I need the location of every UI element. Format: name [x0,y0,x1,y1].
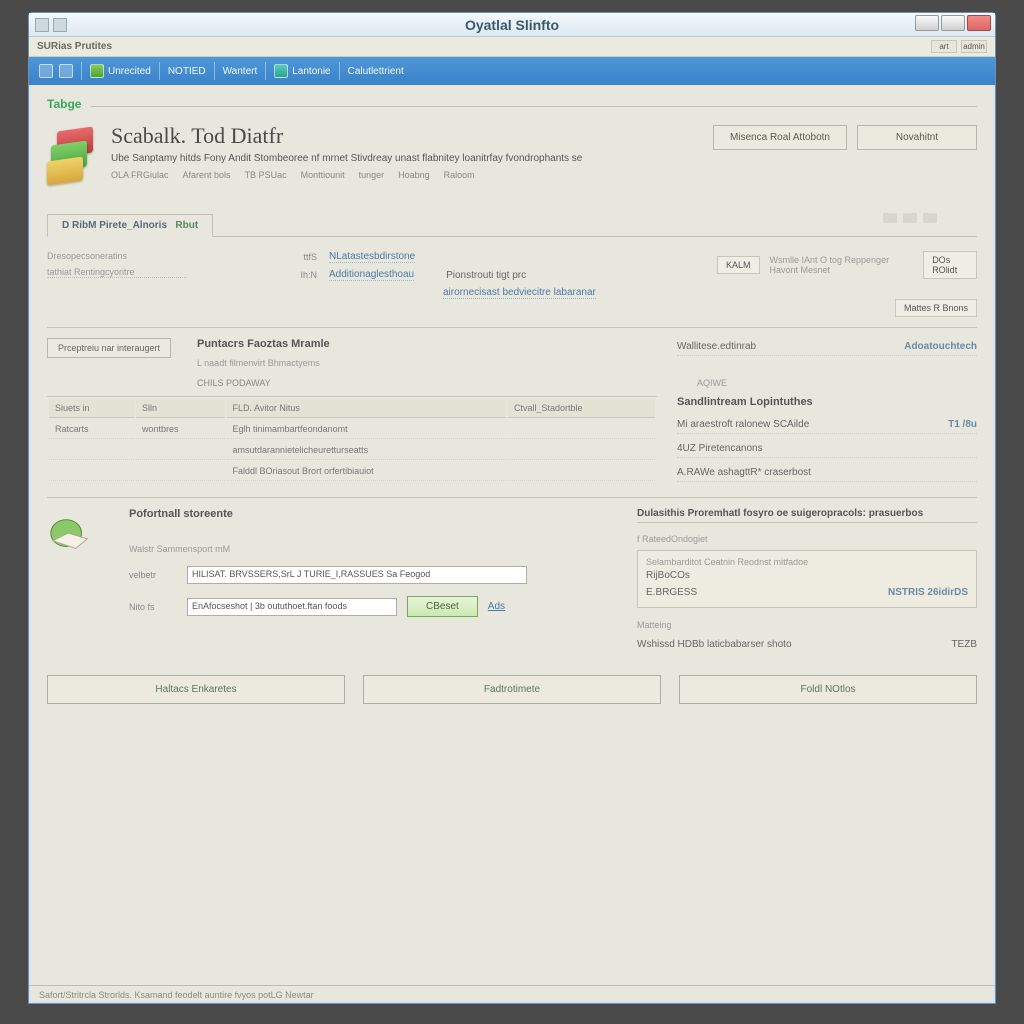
app-window: Oyatlal Slinfto SURias Prutites art admi… [28,12,996,1004]
input-b[interactable]: EnAfocseshot | 3b oututhoet.ftan foods [187,598,397,616]
ads-link[interactable]: Ads [488,601,505,612]
page-title: Scabalk. Tod Diatfr [111,123,582,149]
footer-btn-2[interactable]: Fadtrotimete [363,675,661,704]
close-button[interactable] [967,15,991,31]
note-1: Dresopecsoneratins [47,251,207,261]
toolbar-item-2[interactable]: NOTIED [168,66,206,77]
summary-title: Sandlintream Lopintuthes [677,396,977,408]
app-menu-bar: SURias Prutites art admin [29,37,995,57]
titlebar: Oyatlal Slinfto [29,13,995,37]
footer-actions: Haltacs Enkaretes Fadtrotimete Foldl NOt… [47,675,977,704]
minimize-button[interactable] [915,15,939,31]
toolbar: Unrecited NOTIED Wantert Lantonie Calutl… [29,57,995,85]
app-tag-1[interactable]: art [931,40,957,53]
field-1-value[interactable]: NLatastesbdirstone [329,251,415,263]
books-icon [47,129,99,181]
field-2-link[interactable]: airornecisast bedviecitre labaranar [443,287,596,299]
database-icon [274,64,288,78]
note-2: tathiat Rentingcyoritre [47,267,187,278]
maximize-button[interactable] [941,15,965,31]
section2-title: Puntacrs Faoztas Mramle [197,338,657,350]
table-row[interactable]: Falddl BOriasout Brort orfertibiauiot [49,462,655,481]
window-title: Oyatlal Slinfto [465,17,559,33]
badge-1: KALM [717,256,760,274]
content-area: Tabge Scabalk. Tod Diatfr Ube Sanptamy h… [29,85,995,985]
app-tag-2[interactable]: admin [961,40,987,53]
toolbar-item-1[interactable]: Unrecited [90,64,151,78]
app-name: SURias Prutites [37,41,112,52]
window-controls [915,15,991,31]
nav-back-icon[interactable] [39,64,53,78]
decorative-squares [883,213,937,223]
envelope-icon [47,512,93,558]
submit-button[interactable]: CBeset [407,596,478,617]
footer-btn-3[interactable]: Foldl NOtlos [679,675,977,704]
status-bar: Safort/Stritrcla Strorlds. Ksamand feode… [29,985,995,1003]
secondary-action-button[interactable]: Novahitnt [857,125,977,150]
content-tabs: D RibM Pirete_Alnoris Rbut [47,213,977,237]
primary-action-button[interactable]: Misenca Roal Attobotn [713,125,847,150]
right-panel-title: Dulasithis Proremhatl fosyro oe suigerop… [637,508,977,523]
titlebar-left-icons [35,18,67,32]
toolbar-item-4[interactable]: Lantonie [274,64,330,78]
brand-logo: Tabge [47,97,81,111]
framed-box: Selambarditot Ceatnin Reodnst mitfadoe R… [637,550,977,608]
refresh-icon[interactable] [59,64,73,78]
toolbar-item-5[interactable]: Calutlettrient [348,66,404,77]
data-table: Siuets inSllnFLD. Avitor NitusCtvall_Sta… [47,396,657,483]
book-icon [90,64,104,78]
right-link[interactable]: Wshissd HDBb laticbabarser shoto [637,639,792,650]
footer-btn-1[interactable]: Haltacs Enkaretes [47,675,345,704]
toolbar-item-3[interactable]: Wantert [223,66,258,77]
page-meta: OLA FRGiulacAfarent bolsTB PSUac Monttio… [111,170,582,180]
table-row[interactable]: RatcartswontbresEglh tinimambartfeondano… [49,420,655,439]
page-subtitle: Ube Sanptamy hitds Fony Andit Stombeoree… [111,153,582,164]
lower-title: Pofortnall storeente [129,508,615,520]
table-row[interactable]: amsutdarannietelicheuretturseatts [49,441,655,460]
tab-main[interactable]: D RibM Pirete_Alnoris Rbut [47,214,213,237]
section-action-button[interactable]: Prceptreiu nar interaugert [47,338,171,358]
field-2-value[interactable]: Additionaglesthoau [329,269,414,281]
badge-2: DOs ROlidt [923,251,977,279]
input-a[interactable]: HILISAT. BRVSSERS,SrL J TURIE_I,RASSUES … [187,566,527,584]
small-action-button[interactable]: Mattes R Bnons [895,299,977,317]
